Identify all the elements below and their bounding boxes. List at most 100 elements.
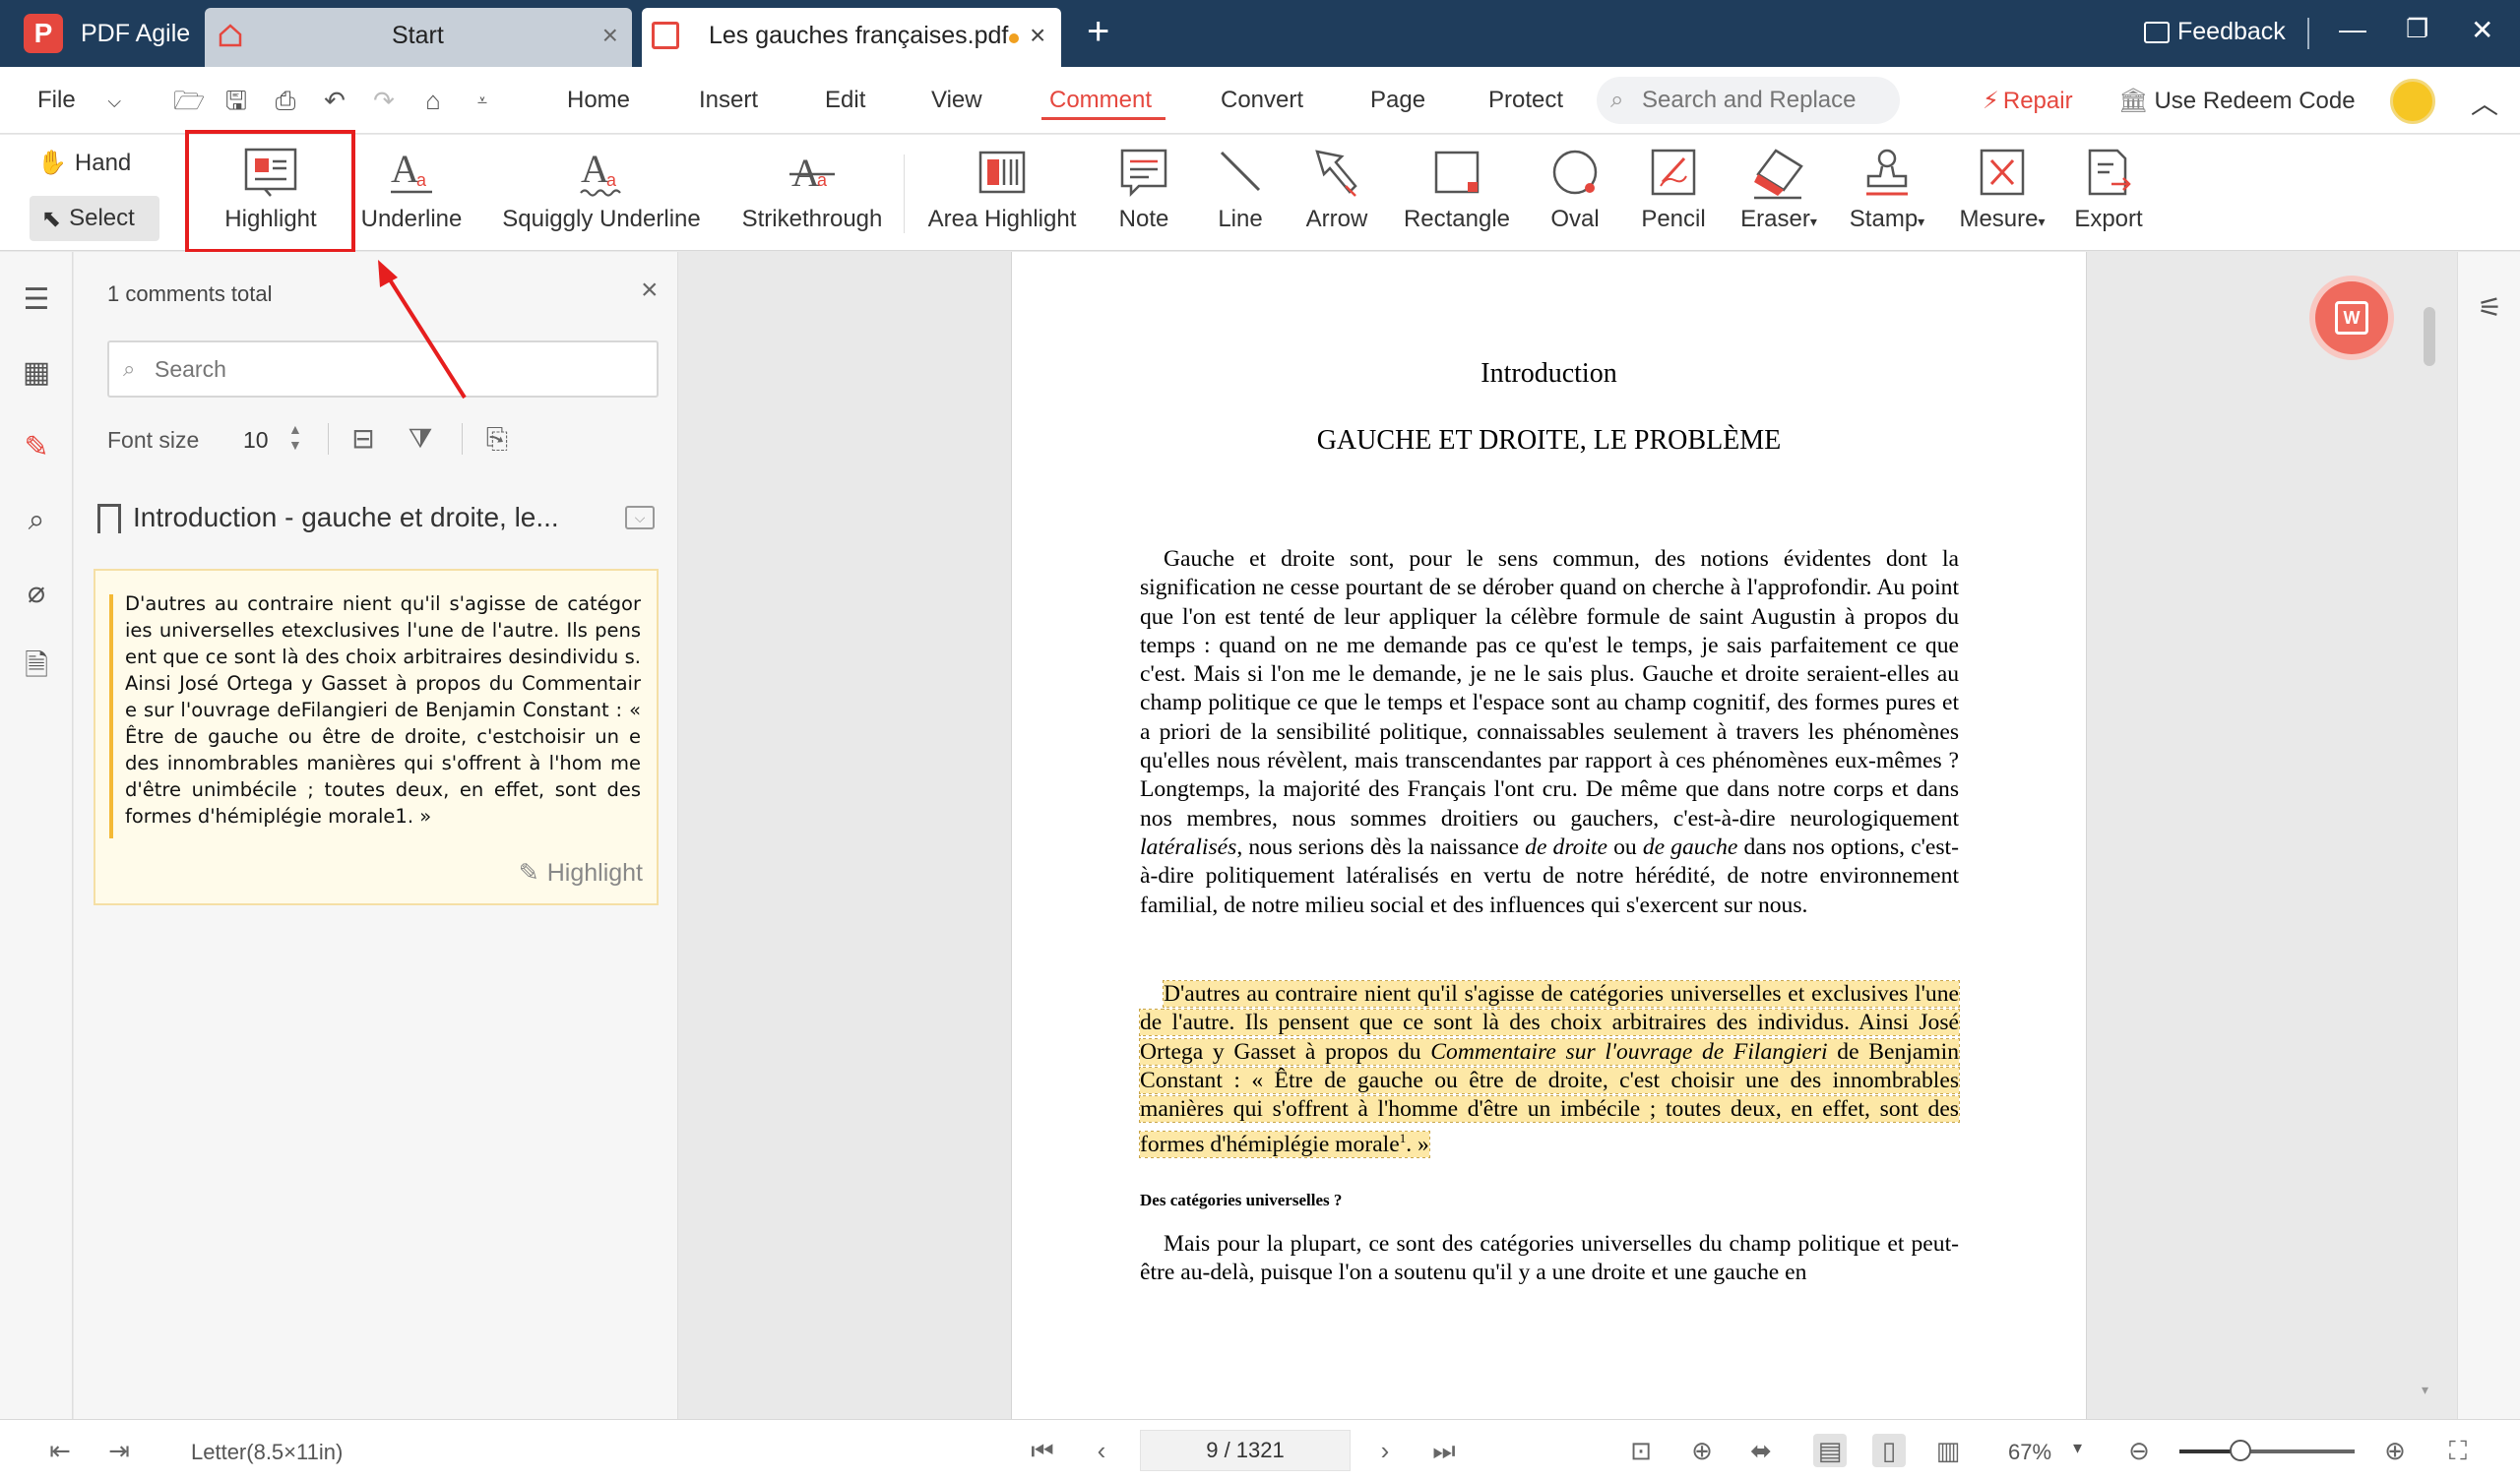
measure-label: Mesure	[1959, 206, 2039, 232]
fullscreen-icon[interactable]: ⛶	[2441, 1434, 2475, 1467]
open-folder-icon[interactable]: 🗁	[173, 87, 205, 114]
menu-page[interactable]: Page	[1370, 87, 1425, 114]
menu-edit[interactable]: Edit	[825, 87, 865, 114]
close-window-icon[interactable]: ✕	[2471, 14, 2493, 46]
previous-view-icon[interactable]: ⇤	[43, 1434, 77, 1467]
home-icon[interactable]: ⌂	[419, 87, 447, 114]
feedback-icon	[2144, 21, 2170, 43]
next-page-icon[interactable]: ›	[1368, 1434, 1402, 1467]
highlighted-paragraph[interactable]: D'autres au contraire nient qu'il s'agis…	[1139, 979, 1960, 1160]
eraser-tool-button[interactable]: Eraser▾	[1734, 143, 1823, 245]
arrow-tool-button[interactable]: Arrow	[1295, 143, 1378, 245]
measure-tool-button[interactable]: Mesure▾	[1953, 143, 2051, 245]
fit-width-icon[interactable]: ⬌	[1744, 1434, 1778, 1467]
redo-icon[interactable]: ↷	[370, 87, 398, 114]
continuous-view-icon[interactable]: ▤	[1813, 1434, 1847, 1467]
feedback-button[interactable]: Feedback	[2144, 18, 2286, 46]
previous-page-icon[interactable]: ‹	[1085, 1434, 1118, 1467]
new-tab-plus-icon[interactable]: +	[1087, 10, 1109, 54]
menu-comment[interactable]: Comment	[1049, 87, 1152, 114]
search-replace-box[interactable]: ⌕	[1597, 77, 1900, 124]
export-label: Export	[2074, 206, 2143, 232]
menu-protect[interactable]: Protect	[1488, 87, 1563, 114]
pdf-page[interactable]: Introduction GAUCHE ET DROITE, LE PROBLÈ…	[1011, 252, 2087, 1419]
menu-home[interactable]: Home	[567, 87, 630, 114]
underline-tool-button[interactable]: Aa Underline	[354, 143, 469, 245]
next-view-icon[interactable]: ⇥	[102, 1434, 136, 1467]
print-icon[interactable]: ⎙	[272, 87, 299, 114]
menu-convert[interactable]: Convert	[1221, 87, 1303, 114]
scroll-down-icon[interactable]: ▾	[2422, 1382, 2428, 1398]
export-comments-icon[interactable]: ⎘	[479, 421, 515, 457]
first-page-icon[interactable]: ⏮	[1026, 1434, 1059, 1467]
comments-search-box[interactable]: ⌕	[107, 340, 659, 398]
font-size-stepper[interactable]: ▲ ▼	[288, 421, 302, 453]
zoom-out-icon[interactable]: ⊖	[2122, 1434, 2156, 1467]
floating-action-button[interactable]: W	[2315, 281, 2388, 354]
attachment-icon[interactable]: ⌀	[18, 575, 55, 612]
highlight-annotation[interactable]: D'autres au contraire nient qu'il s'agis…	[1139, 979, 1960, 1159]
hand-tool-button[interactable]: ✋ Hand	[37, 149, 131, 177]
bookmark-title[interactable]: Introduction - gauche et droite, le...	[133, 502, 559, 533]
file-menu[interactable]: File ⌵	[37, 87, 121, 114]
note-tool-button[interactable]: Note	[1104, 143, 1183, 245]
zoom-level[interactable]: 67%	[2008, 1440, 2051, 1465]
eraser-dropdown-icon: ▾	[1809, 214, 1817, 229]
redeem-code-button[interactable]: 🏛 Use Redeem Code	[2118, 87, 2356, 115]
zoom-slider-knob[interactable]	[2230, 1440, 2252, 1461]
minimize-icon[interactable]: —	[2339, 14, 2366, 45]
tab-start-close-icon[interactable]: ×	[602, 20, 618, 51]
select-tool-button[interactable]: ⬉ Select	[30, 196, 159, 241]
squiggly-underline-tool-button[interactable]: Aa Squiggly Underline	[492, 143, 711, 245]
close-panel-icon[interactable]: ×	[641, 274, 659, 307]
filter-icon[interactable]: ⧩	[403, 421, 438, 457]
customize-dropdown-icon[interactable]: ⩡	[469, 87, 496, 114]
font-size-value[interactable]: 10	[243, 427, 269, 454]
document-viewport[interactable]: Introduction GAUCHE ET DROITE, LE PROBLÈ…	[679, 252, 2459, 1419]
restore-icon[interactable]: ❐	[2406, 14, 2428, 44]
settings-sliders-icon[interactable]: ⚟	[2478, 291, 2502, 324]
tab-document-close-icon[interactable]: ×	[1030, 20, 1045, 51]
single-page-icon[interactable]: ▯	[1872, 1434, 1906, 1467]
comments-icon[interactable]: ✎	[18, 429, 55, 466]
vertical-scrollbar[interactable]	[2424, 307, 2435, 366]
pencil-tool-button[interactable]: Pencil	[1632, 143, 1715, 245]
menu-lines-icon[interactable]: ☰	[18, 281, 55, 319]
comment-card[interactable]: D'autres au contraire nient qu'il s'agis…	[94, 569, 659, 905]
zoom-slider[interactable]	[2179, 1440, 2355, 1461]
oval-tool-button[interactable]: Oval	[1536, 143, 1614, 245]
fit-page-icon[interactable]: ⊕	[1685, 1434, 1719, 1467]
thumbnails-icon[interactable]: ▦	[18, 354, 55, 392]
zoom-dropdown-icon[interactable]: ▾	[2073, 1438, 2082, 1458]
expand-collapse-icon[interactable]: ⊟	[346, 421, 381, 457]
two-page-icon[interactable]: ▥	[1931, 1434, 1965, 1467]
search-icon[interactable]: ⌕	[18, 502, 55, 539]
repair-button[interactable]: ⚡ Repair	[1983, 87, 2073, 115]
tab-document[interactable]: Les gauches françaises.pdf ×	[642, 8, 1061, 67]
rectangle-tool-button[interactable]: Rectangle	[1398, 143, 1516, 245]
export-tool-button[interactable]: Export	[2067, 143, 2150, 245]
collapse-ribbon-icon[interactable]: ︿	[2471, 83, 2498, 122]
user-avatar[interactable]	[2390, 79, 2435, 124]
line-tool-button[interactable]: Line	[1201, 143, 1280, 245]
menu-view[interactable]: View	[931, 87, 982, 114]
highlight-color-bar	[109, 594, 113, 838]
collapse-group-icon[interactable]: ⌵	[625, 506, 655, 529]
save-icon[interactable]: 🖫	[222, 87, 250, 114]
file-menu-label: File	[37, 87, 76, 113]
right-sidebar: ⚟	[2457, 252, 2520, 1419]
search-replace-input[interactable]	[1642, 85, 1888, 116]
page-number-input[interactable]	[1140, 1430, 1351, 1471]
menu-insert[interactable]: Insert	[699, 87, 758, 114]
last-page-icon[interactable]: ⏭	[1427, 1434, 1461, 1467]
strikethrough-tool-button[interactable]: Aa Strikethrough	[736, 143, 888, 245]
document-history-icon[interactable]: 🗎	[18, 648, 55, 685]
area-highlight-tool-button[interactable]: Area Highlight	[921, 143, 1083, 245]
comments-search-input[interactable]	[155, 354, 647, 384]
measure-icon	[1980, 149, 2025, 196]
stamp-tool-button[interactable]: Stamp▾	[1843, 143, 1931, 245]
tab-start[interactable]: Start ×	[205, 8, 632, 67]
actual-size-icon[interactable]: ⊡	[1624, 1434, 1658, 1467]
zoom-in-icon[interactable]: ⊕	[2378, 1434, 2412, 1467]
undo-icon[interactable]: ↶	[321, 87, 348, 114]
